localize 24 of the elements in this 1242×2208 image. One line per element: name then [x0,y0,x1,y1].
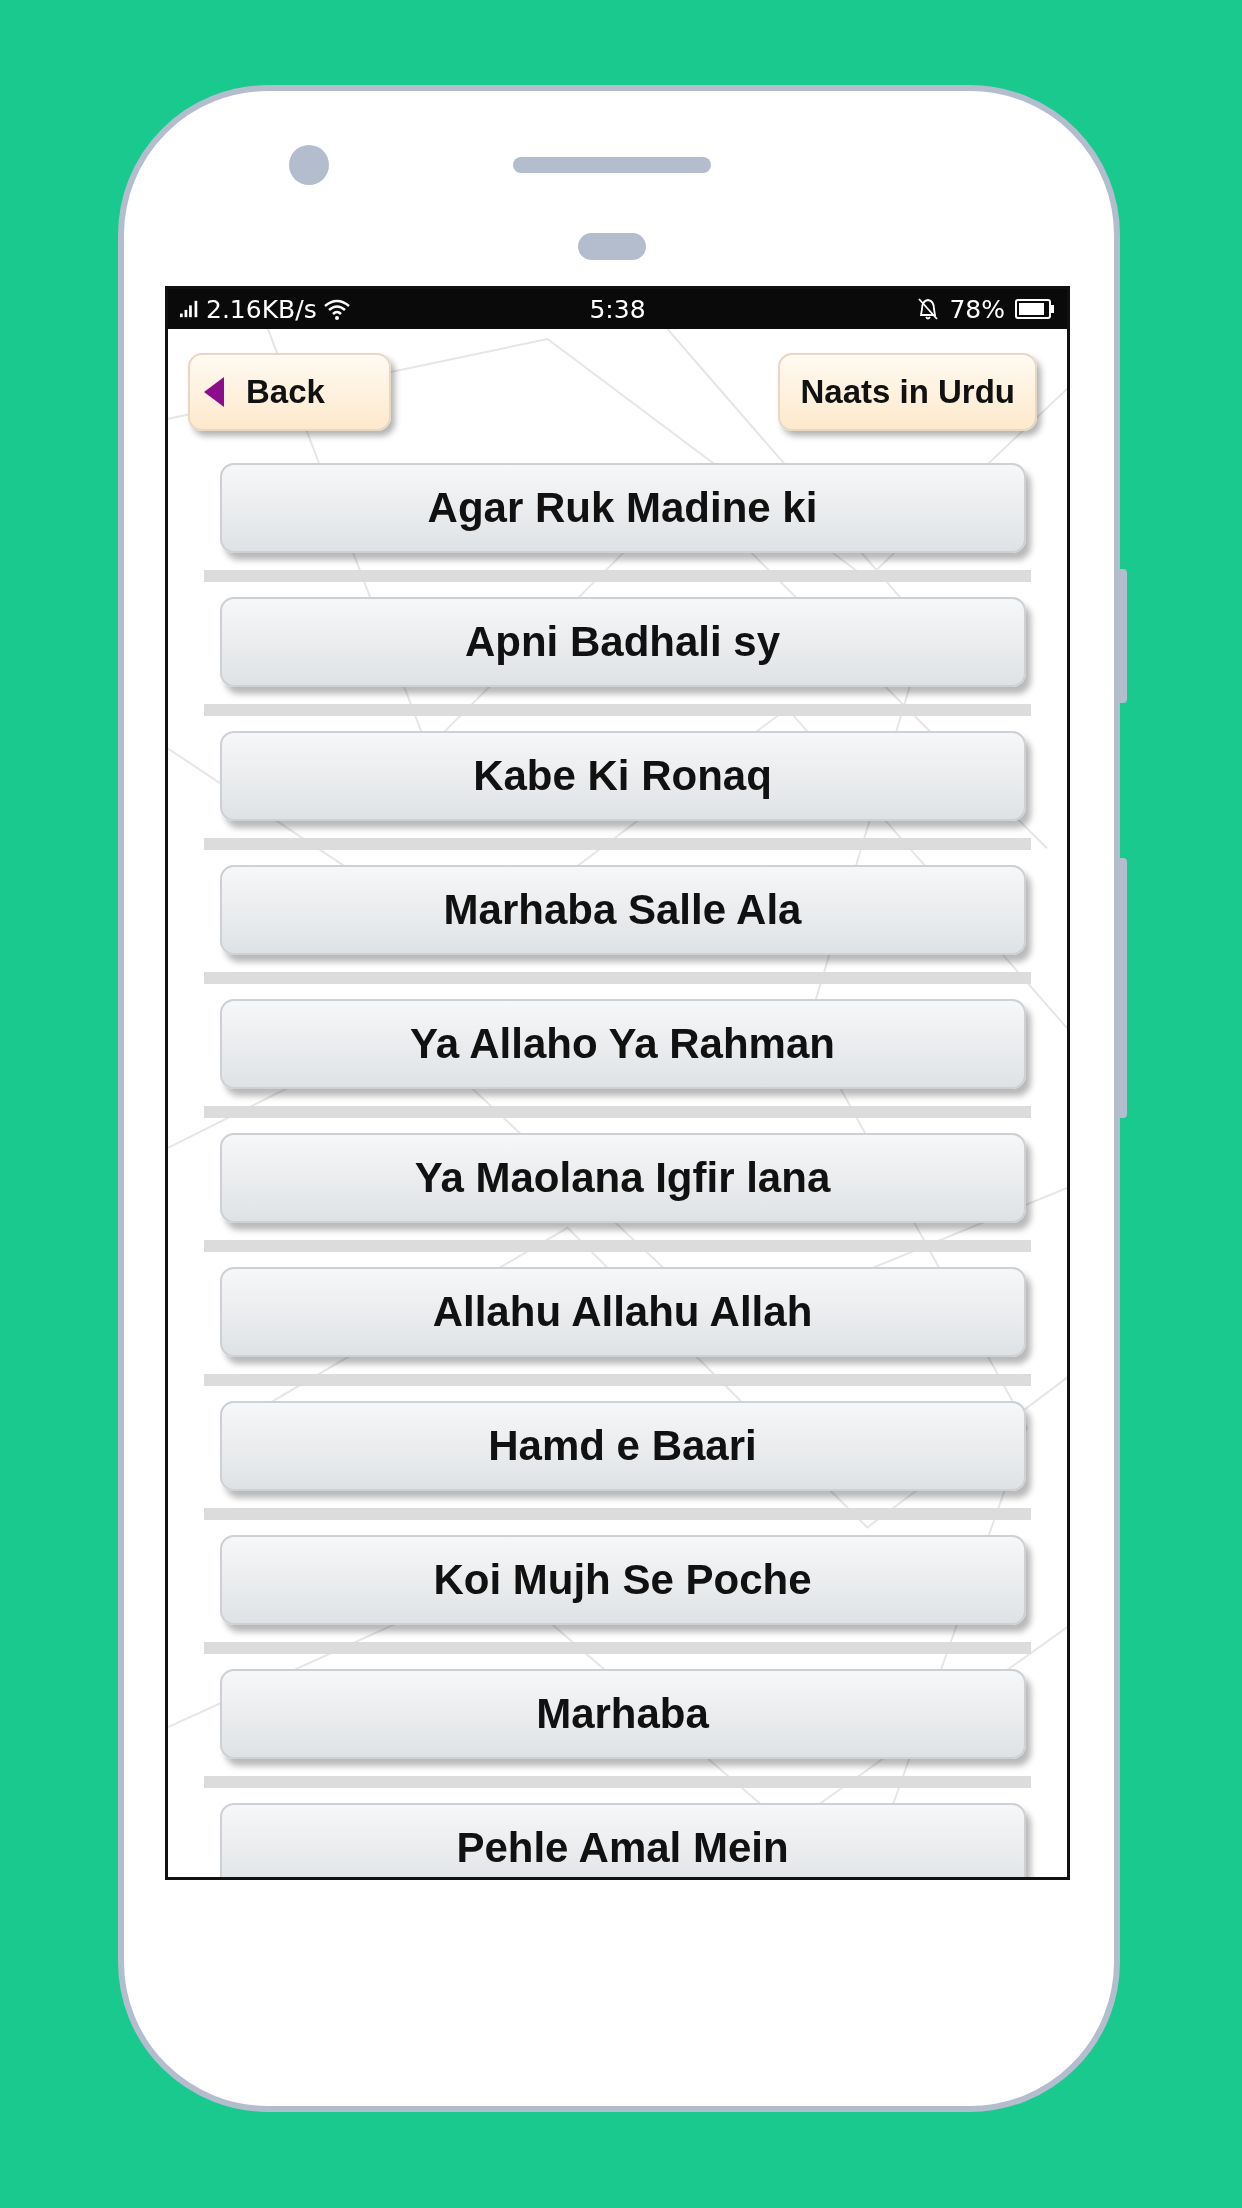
naat-button[interactable]: Allahu Allahu Allah [219,1267,1026,1357]
naat-button[interactable]: Marhaba Salle Ala [219,865,1026,955]
naat-button[interactable]: Apni Badhali sy [219,597,1026,687]
sensor-icon [577,233,646,260]
camera-icon [289,145,329,185]
muted-bell-icon [917,297,940,321]
wifi-icon [322,298,351,320]
naat-button[interactable]: Pehle Amal Mein [219,1803,1026,1877]
title-button[interactable]: Naats in Urdu [778,353,1037,431]
naat-button[interactable]: Ya Allaho Ya Rahman [219,999,1026,1089]
signal-icon [180,300,200,318]
battery-percent: 78% [949,294,1005,324]
naat-button[interactable]: Marhaba [219,1669,1026,1759]
back-arrow-icon [204,377,224,407]
network-speed: 2.16KB/s [206,294,317,324]
speaker-icon [512,157,711,173]
back-button[interactable]: Back [188,353,391,431]
naat-button[interactable]: Koi Mujh Se Poche [219,1535,1026,1625]
naat-button[interactable]: Ya Maolana Igfir lana [219,1133,1026,1223]
naat-button[interactable]: Kabe Ki Ronaq [219,731,1026,821]
naat-button[interactable]: Hamd e Baari [219,1401,1026,1491]
battery-icon [1015,299,1055,319]
clock-time: 5:38 [589,294,646,324]
naat-button[interactable]: Agar Ruk Madine ki [219,463,1026,553]
